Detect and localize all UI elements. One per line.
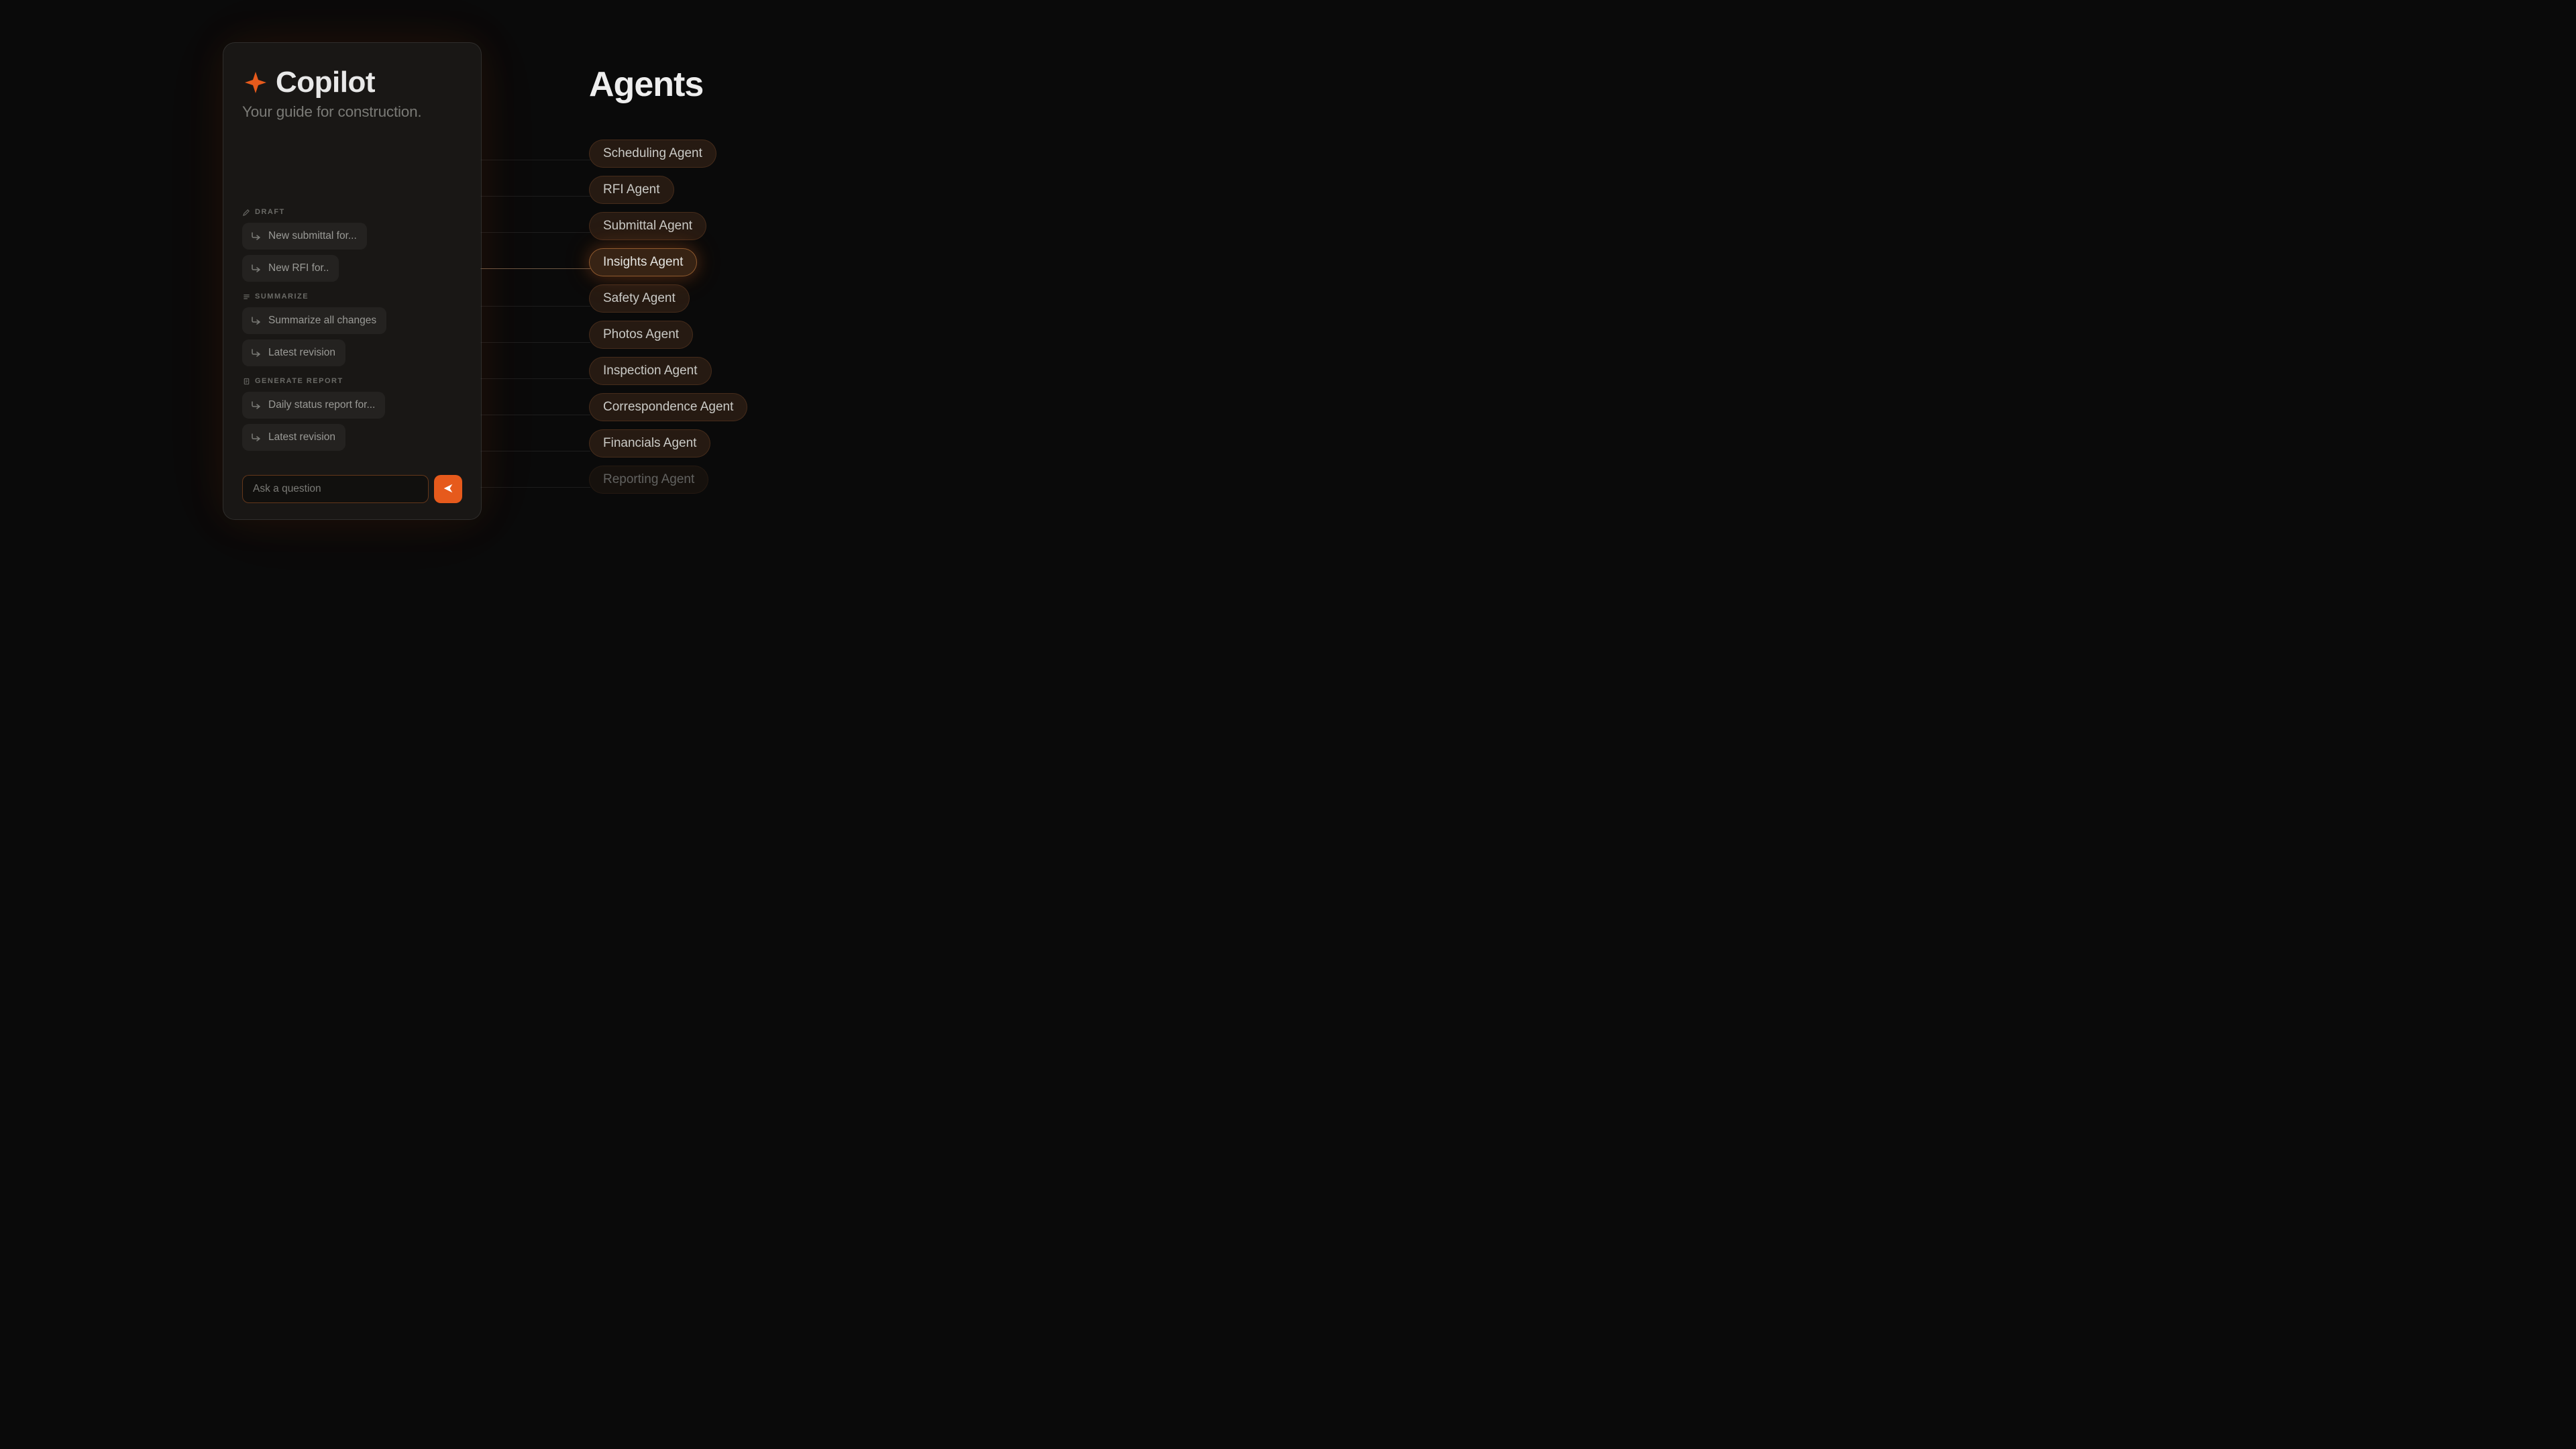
section-label-generate-report: GENERATE REPORT	[242, 377, 462, 385]
reply-arrow-icon	[251, 400, 262, 411]
chip-text: New RFI for..	[268, 262, 329, 274]
connector-line	[480, 342, 590, 343]
agent-correspondence-agent[interactable]: Correspondence Agent	[589, 393, 747, 421]
input-row	[242, 475, 462, 503]
section-draft: DRAFT New submittal for... New RFI for..	[242, 208, 462, 282]
question-input[interactable]	[242, 475, 429, 503]
suggestion-new-submittal[interactable]: New submittal for...	[242, 223, 367, 250]
agents-title: Agents	[589, 64, 747, 105]
connector-line	[480, 487, 590, 488]
agents-section: Agents Scheduling Agent RFI Agent Submitta…	[589, 64, 747, 494]
section-label-text: DRAFT	[255, 208, 285, 216]
section-label-draft: DRAFT	[242, 208, 462, 216]
agent-financials-agent[interactable]: Financials Agent	[589, 429, 710, 458]
chip-text: Latest revision	[268, 431, 335, 443]
agent-rfi-agent[interactable]: RFI Agent	[589, 176, 674, 204]
agent-photos-agent[interactable]: Photos Agent	[589, 321, 693, 349]
connector-line-highlighted	[480, 268, 590, 269]
send-icon	[442, 482, 454, 496]
agent-inspection-agent[interactable]: Inspection Agent	[589, 357, 712, 385]
section-label-text: SUMMARIZE	[255, 292, 309, 301]
copilot-header: Copilot Your guide for construction.	[242, 66, 462, 121]
connector-line	[480, 378, 590, 379]
suggestion-chips-report: Daily status report for... Latest revisi…	[242, 392, 462, 451]
reply-arrow-icon	[251, 347, 262, 358]
reply-arrow-icon	[251, 432, 262, 443]
connector-line	[480, 196, 590, 197]
chip-text: Summarize all changes	[268, 315, 376, 327]
chip-text: New submittal for...	[268, 230, 357, 242]
agent-reporting-agent[interactable]: Reporting Agent	[589, 466, 708, 494]
list-icon	[242, 292, 250, 301]
section-generate-report: GENERATE REPORT Daily status report for.…	[242, 377, 462, 451]
section-label-text: GENERATE REPORT	[255, 377, 343, 385]
section-summarize: SUMMARIZE Summarize all changes Latest r…	[242, 292, 462, 366]
connector-line	[480, 232, 590, 233]
suggestion-new-rfi[interactable]: New RFI for..	[242, 255, 339, 282]
section-label-summarize: SUMMARIZE	[242, 292, 462, 301]
agent-scheduling-agent[interactable]: Scheduling Agent	[589, 140, 716, 168]
copilot-title-row: Copilot	[242, 66, 462, 99]
suggestion-chips-summarize: Summarize all changes Latest revision	[242, 307, 462, 366]
send-button[interactable]	[434, 475, 462, 503]
reply-arrow-icon	[251, 263, 262, 274]
document-icon	[242, 377, 250, 385]
copilot-logo-icon	[242, 69, 269, 96]
suggestion-latest-revision[interactable]: Latest revision	[242, 339, 345, 366]
agent-submittal-agent[interactable]: Submittal Agent	[589, 212, 706, 240]
copilot-subtitle: Your guide for construction.	[242, 103, 462, 121]
agent-safety-agent[interactable]: Safety Agent	[589, 284, 690, 313]
suggestion-sections: DRAFT New submittal for... New RFI for..	[242, 208, 462, 503]
copilot-panel: Copilot Your guide for construction. DRA…	[223, 42, 482, 520]
reply-arrow-icon	[251, 231, 262, 241]
reply-arrow-icon	[251, 315, 262, 326]
agent-insights-agent[interactable]: Insights Agent	[589, 248, 697, 276]
suggestion-chips-draft: New submittal for... New RFI for..	[242, 223, 462, 282]
agent-list: Scheduling Agent RFI Agent Submittal Agent…	[589, 140, 747, 494]
connector-line	[480, 306, 590, 307]
chip-text: Daily status report for...	[268, 399, 375, 411]
connector-lines	[480, 160, 590, 498]
suggestion-daily-status-report[interactable]: Daily status report for...	[242, 392, 385, 419]
chip-text: Latest revision	[268, 347, 335, 359]
suggestion-summarize-changes[interactable]: Summarize all changes	[242, 307, 386, 334]
copilot-title: Copilot	[276, 66, 375, 99]
pencil-icon	[242, 208, 250, 216]
suggestion-latest-revision-report[interactable]: Latest revision	[242, 424, 345, 451]
